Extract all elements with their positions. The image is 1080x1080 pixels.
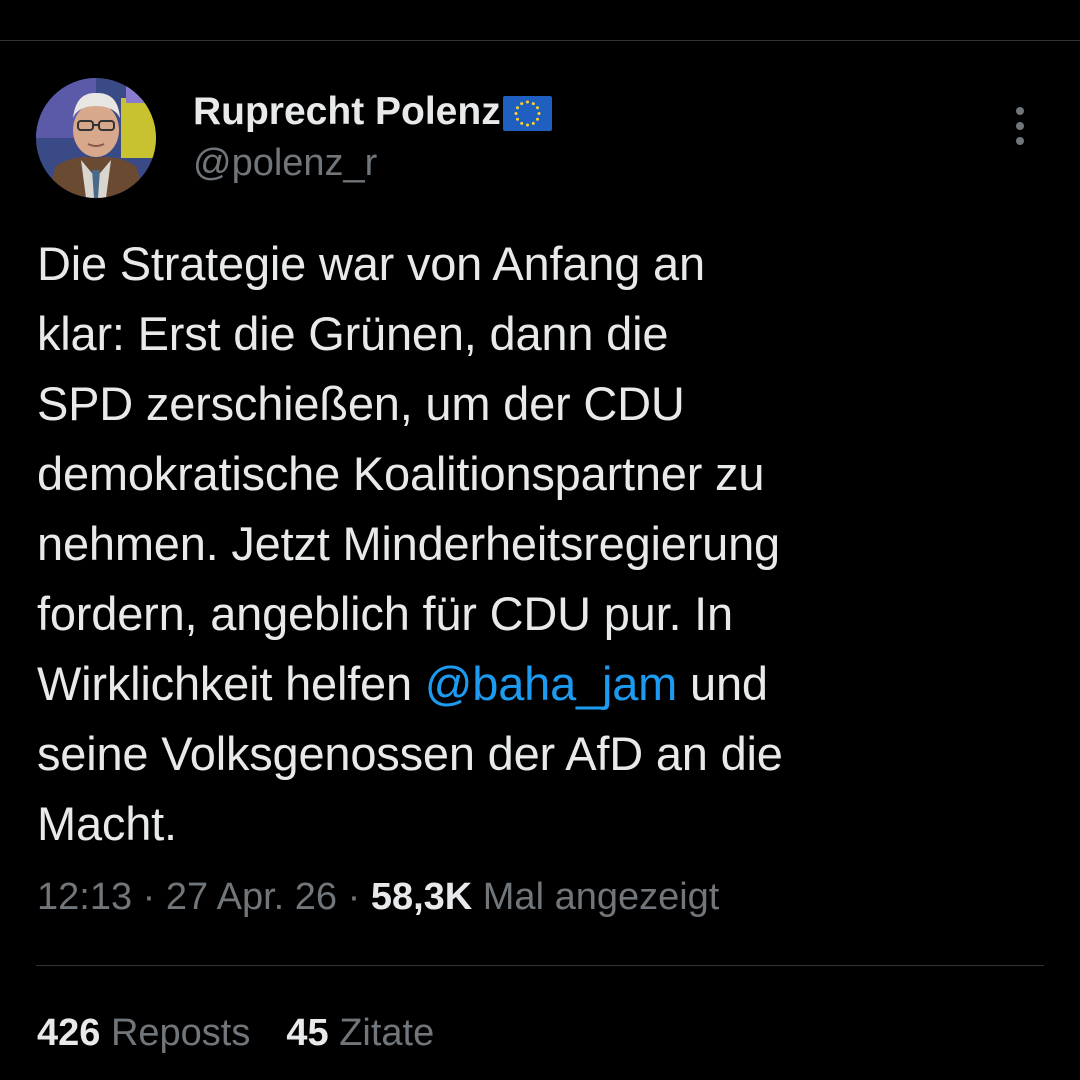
tweet-line: nehmen. Jetzt Minderheitsregierung — [37, 517, 780, 570]
author-display-name[interactable]: Ruprecht Polenz — [193, 90, 501, 134]
tweet-line: klar: Erst die Grünen, dann die — [37, 307, 669, 360]
tweet-text: Die Strategie war von Anfang an klar: Er… — [37, 229, 1047, 859]
avatar-image — [36, 78, 156, 198]
tweet-line-with-mention: Wirklichkeit helfen @baha_jam und — [37, 649, 1047, 719]
author-handle[interactable]: @polenz_r — [193, 142, 377, 185]
stats-divider — [36, 965, 1044, 966]
mention-link[interactable]: @baha_jam — [425, 657, 678, 710]
quotes-label: Zitate — [328, 1012, 435, 1054]
quotes-stat[interactable]: 45 Zitate — [286, 1012, 434, 1054]
tweet-line: fordern, angeblich für CDU pur. In — [37, 587, 733, 640]
more-vertical-icon — [1016, 107, 1024, 115]
top-divider — [0, 40, 1080, 41]
tweet-time[interactable]: 12:13 — [37, 876, 132, 918]
avatar[interactable] — [36, 78, 156, 198]
tweet-text-segment: Wirklichkeit helfen — [37, 657, 425, 710]
tweet-date[interactable]: 27 Apr. 26 — [166, 876, 337, 918]
reposts-label: Reposts — [100, 1012, 251, 1054]
tweet-line: Macht. — [37, 797, 177, 850]
more-options-button[interactable] — [1004, 104, 1036, 148]
author-display-name-row[interactable]: Ruprecht Polenz — [193, 88, 552, 136]
views-count[interactable]: 58,3K — [371, 876, 472, 918]
tweet-line: demokratische Koalitionspartner zu — [37, 447, 765, 500]
tweet-line: seine Volksgenossen der AfD an die — [37, 727, 783, 780]
tweet-text-segment: und — [677, 657, 768, 710]
reposts-count: 426 — [37, 1012, 101, 1054]
views-label: Mal angezeigt — [472, 876, 720, 918]
quotes-count: 45 — [286, 1012, 329, 1054]
tweet-meta: 12:13 · 27 Apr. 26 · 58,3K Mal angezeigt — [37, 876, 719, 919]
tweet-line: SPD zerschießen, um der CDU — [37, 377, 685, 430]
tweet-stats: 426 Reposts 45 Zitate — [37, 1012, 470, 1055]
meta-separator: · — [337, 876, 371, 918]
tweet-line: Die Strategie war von Anfang an — [37, 237, 705, 290]
meta-separator: · — [132, 876, 166, 918]
eu-flag-icon — [502, 95, 552, 131]
reposts-stat[interactable]: 426 Reposts — [37, 1012, 250, 1054]
